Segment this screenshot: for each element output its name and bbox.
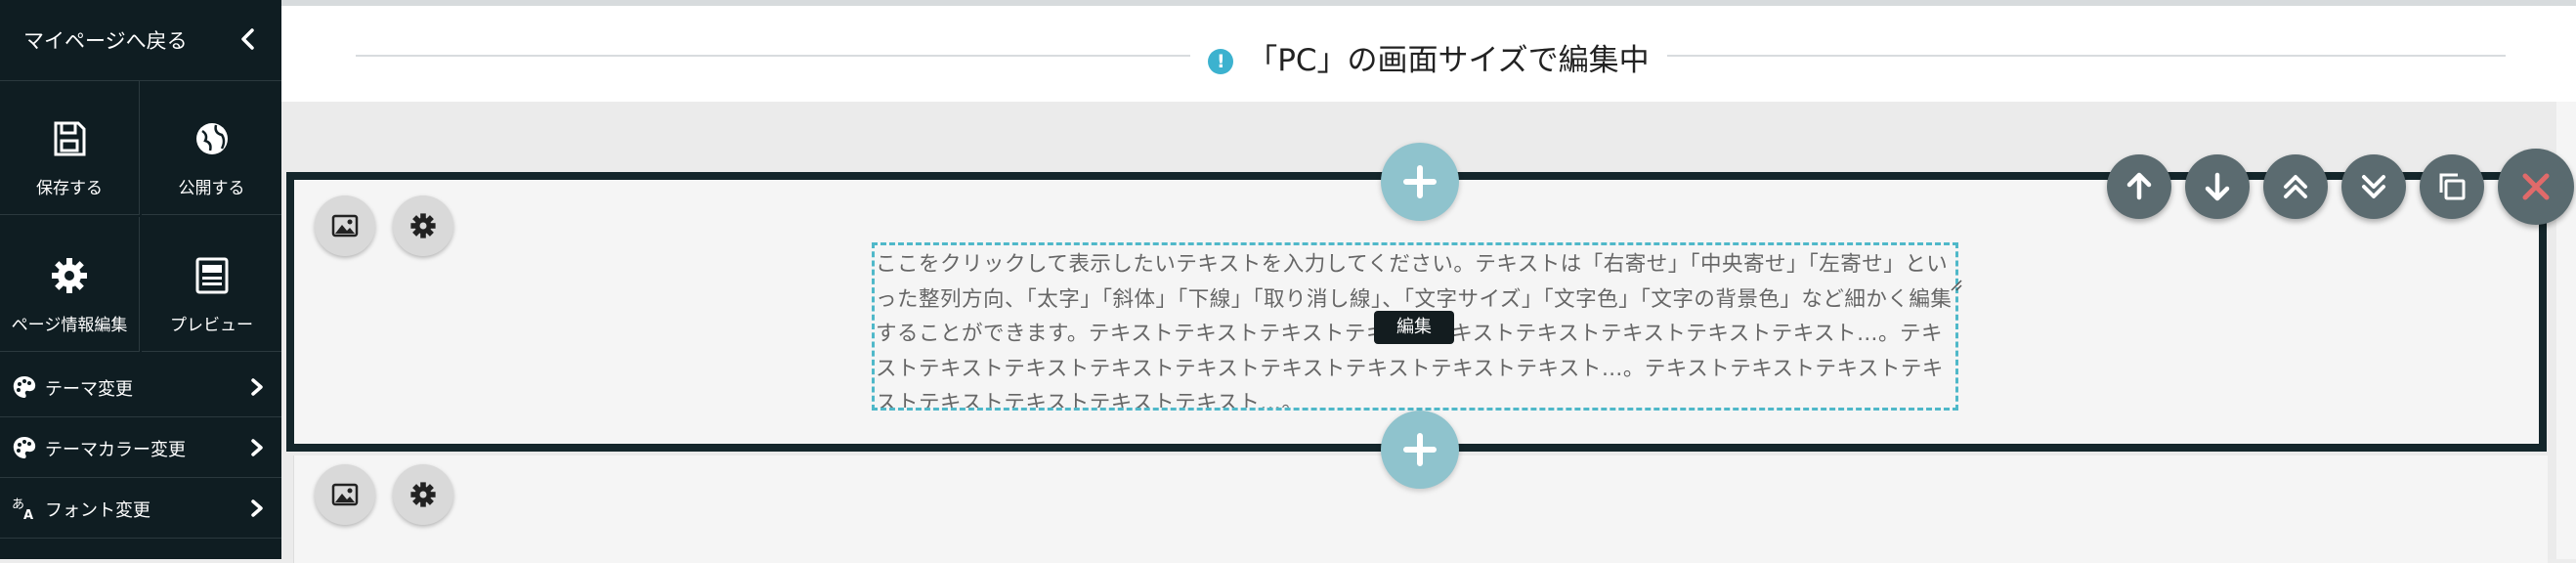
image-icon	[331, 483, 359, 506]
info-icon: !	[1208, 49, 1234, 74]
sidebar-item-theme-color-change[interactable]: テーマカラー変更	[0, 417, 281, 478]
sidebar-item-theme-change[interactable]: テーマ変更	[0, 357, 281, 417]
font-icon: あ A	[12, 498, 33, 521]
move-to-bottom-button[interactable]	[2341, 154, 2406, 219]
palette-icon	[13, 376, 36, 398]
chevron-right-icon	[251, 378, 263, 396]
gear-icon	[52, 258, 87, 293]
preview-label: プレビュー	[170, 316, 253, 335]
sidebar-action-grid: 保存する 公開する ページ情報編集 プレビュー	[0, 80, 281, 352]
double-chevron-up-icon	[2284, 175, 2307, 198]
publish-label: 公開する	[178, 179, 245, 198]
editing-mode-header: ! 「PC」の画面サイズで編集中	[281, 0, 2576, 102]
arrow-down-icon	[2205, 172, 2230, 201]
chevron-left-icon[interactable]	[236, 27, 260, 51]
palette-icon	[13, 437, 36, 458]
font-change-label: フォント変更	[45, 500, 150, 521]
save-label: 保存する	[36, 179, 103, 198]
preview-button[interactable]: プレビュー	[142, 217, 281, 352]
delete-block-button[interactable]	[2498, 149, 2574, 225]
double-chevron-down-icon	[2362, 175, 2385, 198]
svg-text:A: A	[23, 508, 33, 521]
move-down-button[interactable]	[2185, 154, 2250, 219]
plus-icon	[1403, 433, 1437, 466]
preview-icon	[195, 257, 228, 294]
plus-icon	[1403, 165, 1437, 198]
chevron-right-icon	[251, 499, 263, 517]
add-block-below-button[interactable]	[1381, 411, 1459, 489]
publish-icon	[195, 123, 228, 154]
move-up-button[interactable]	[2107, 154, 2171, 219]
back-to-mypage-label: マイページへ戻る	[23, 29, 188, 53]
next-block-background-image-button[interactable]	[315, 464, 375, 525]
page-info-edit-button[interactable]: ページ情報編集	[0, 217, 140, 352]
resize-handle-icon[interactable]	[1950, 279, 1963, 292]
gear-icon	[410, 213, 436, 238]
copy-icon	[2439, 173, 2466, 200]
close-icon	[2522, 173, 2550, 200]
theme-change-label: テーマ変更	[45, 379, 133, 400]
next-block-settings-button[interactable]	[393, 464, 453, 525]
save-button[interactable]: 保存する	[0, 80, 140, 215]
arrow-up-icon	[2126, 172, 2152, 200]
block-settings-button[interactable]	[393, 195, 453, 256]
chevron-right-icon	[251, 439, 263, 456]
sidebar-item-font-change[interactable]: あ A フォント変更	[0, 478, 281, 539]
editing-size-title: ! 「PC」の画面サイズで編集中	[1190, 35, 1667, 79]
save-icon	[54, 121, 86, 156]
gear-icon	[410, 482, 436, 507]
page-info-edit-label: ページ情報編集	[11, 316, 128, 335]
add-block-above-button[interactable]	[1381, 143, 1459, 221]
back-to-mypage-button[interactable]: マイページへ戻る	[0, 0, 281, 81]
duplicate-block-button[interactable]	[2420, 154, 2484, 219]
editing-size-title-text: 「PC」の画面サイズで編集中	[1247, 43, 1650, 78]
move-to-top-button[interactable]	[2263, 154, 2328, 219]
block-background-image-button[interactable]	[315, 195, 375, 256]
theme-color-change-label: テーマカラー変更	[45, 440, 186, 460]
edit-tooltip[interactable]: 編集	[1374, 311, 1454, 344]
image-icon	[331, 214, 359, 238]
editor-sidebar: マイページへ戻る 保存する 公開する ページ情報編集 プレビュー テーマ変更 テ…	[0, 0, 281, 559]
publish-button[interactable]: 公開する	[142, 80, 281, 215]
